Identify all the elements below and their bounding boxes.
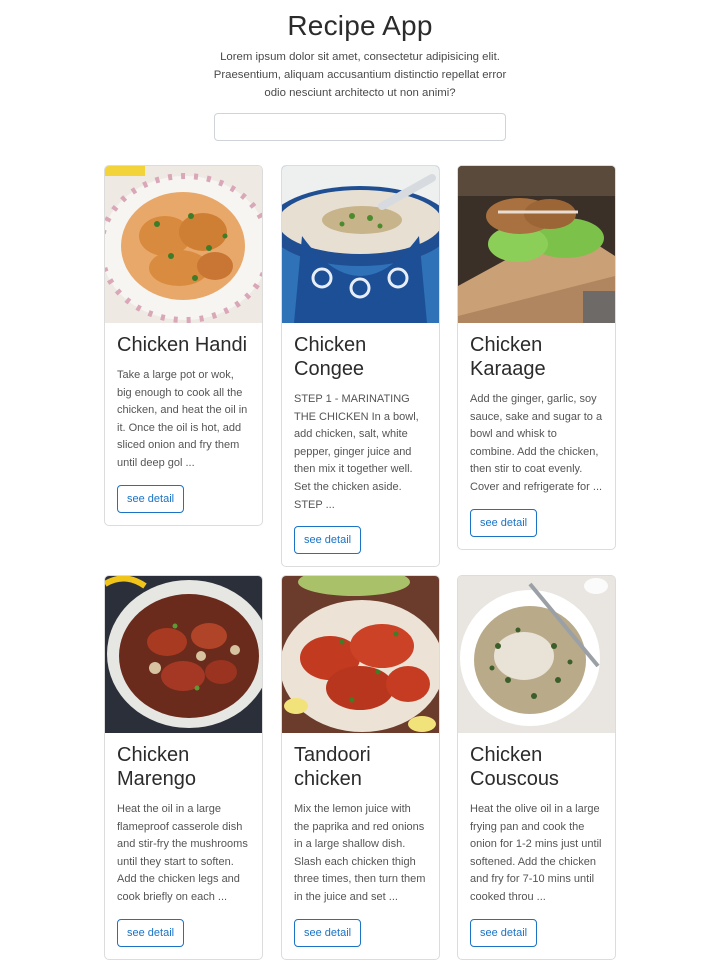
- see-detail-button[interactable]: see detail: [470, 918, 538, 947]
- recipe-title: Chicken Congee: [294, 334, 367, 380]
- recipe-card: Chicken Congee STEP 1 - MARINATING THE C…: [281, 165, 440, 568]
- see-detail-button[interactable]: see detail: [294, 918, 362, 947]
- recipe-card: Chicken Couscous Heat the olive oil in a…: [457, 575, 616, 960]
- page-description: Lorem ipsum dolor sit amet, consectetur …: [213, 51, 507, 99]
- recipe-title: Chicken Karaage: [470, 334, 546, 380]
- recipe-card: Chicken Karaage Add the ginger, garlic, …: [457, 165, 616, 550]
- recipe-title: Tandoori chicken: [294, 744, 371, 790]
- page-title: Recipe App: [287, 10, 433, 41]
- recipe-title: Chicken Handi: [117, 334, 248, 356]
- recipe-excerpt: Add the ginger, garlic, soy sauce, sake …: [470, 393, 603, 493]
- recipe-excerpt: Heat the oil in a large flameproof casse…: [117, 803, 248, 903]
- recipe-title: Chicken Couscous: [470, 744, 559, 790]
- recipe-image: [105, 166, 262, 323]
- recipe-excerpt: Mix the lemon juice with the paprika and…: [294, 803, 426, 903]
- recipe-image: [105, 576, 262, 733]
- see-detail-button[interactable]: see detail: [117, 918, 185, 947]
- recipe-excerpt: Heat the olive oil in a large frying pan…: [470, 803, 602, 903]
- recipe-title: Chicken Marengo: [117, 744, 196, 790]
- recipe-card: Tandoori chicken Mix the lemon juice wit…: [281, 575, 440, 960]
- see-detail-button[interactable]: see detail: [470, 508, 538, 537]
- recipe-image: [458, 166, 615, 323]
- recipe-card: Chicken Marengo Heat the oil in a large …: [104, 575, 263, 960]
- recipe-card: Chicken Handi Take a large pot or wok, b…: [104, 165, 263, 526]
- recipe-excerpt: STEP 1 - MARINATING THE CHICKEN In a bow…: [294, 393, 419, 511]
- recipe-image: [458, 576, 615, 733]
- recipe-image: [282, 166, 439, 323]
- see-detail-button[interactable]: see detail: [294, 526, 362, 555]
- recipe-excerpt: Take a large pot or wok, big enough to c…: [117, 369, 248, 469]
- see-detail-button[interactable]: see detail: [117, 484, 185, 513]
- search-input[interactable]: [214, 113, 506, 141]
- recipe-image: [282, 576, 439, 733]
